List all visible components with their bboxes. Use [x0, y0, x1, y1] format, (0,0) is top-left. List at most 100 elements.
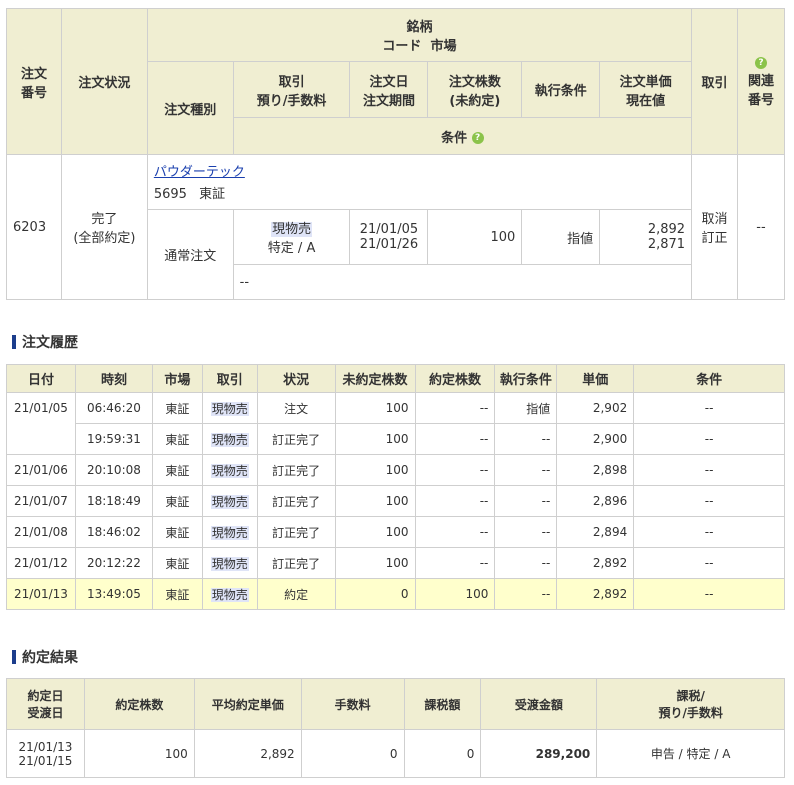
row-unfilled: 100 [334, 392, 416, 424]
stock-code: 5695 [153, 187, 187, 202]
table-row: 21/01/05 06:46:20 東証 現物売 注文 100 -- 指値 2,… [6, 392, 785, 455]
torihiki-value: 現物売 [271, 222, 313, 237]
result-shares: 100 [83, 729, 195, 778]
stock-name-link[interactable]: パウダーテック [154, 165, 245, 180]
header-torihiki: 取引 [691, 8, 738, 155]
header-status: 注文状況 [60, 8, 148, 155]
row-market: 東証 [151, 485, 203, 517]
result-section-title: 約定結果 [12, 647, 78, 667]
header-related-label: 関連 番号 [747, 74, 774, 108]
table-row-filled: 21/01/13 13:49:05 東証 現物売 約定 0 100 -- 2,8… [6, 578, 785, 610]
col-cond: 条件 [633, 364, 785, 393]
header-meigara: 銘柄 コード 市場 [146, 8, 693, 62]
order-date-cell: 21/01/05 21/01/26 [349, 209, 429, 265]
col-time: 時刻 [74, 364, 153, 393]
row-date: 21/01/06 [6, 454, 76, 486]
row-date: 21/01/12 [6, 547, 76, 579]
exec-date-cell: 21/01/13 21/01/15 [6, 729, 85, 778]
col-torihiki: 取引 [201, 364, 258, 393]
row-exec: 指値 [494, 392, 558, 424]
torihiki-cell: 現物売 特定 / A [232, 209, 351, 265]
order-status: 完了 (全部約定) [60, 154, 148, 300]
header-order-no: 注文 番号 [6, 8, 62, 155]
row-cond: -- [633, 516, 785, 548]
action-cell: 取消 訂正 [691, 154, 738, 300]
order-detail-table: 注文 番号 注文状況 銘柄 コード 市場 取引 ? 関連 番号 注文種別 取引 … [6, 8, 786, 300]
header-exec-cond: 執行条件 [521, 61, 601, 118]
row-time: 20:10:08 [74, 454, 153, 486]
row-cond: -- [633, 578, 785, 610]
row-unfilled: 100 [334, 516, 416, 548]
row-filled: -- [414, 423, 496, 455]
help-icon[interactable]: ? [471, 132, 484, 144]
row-price: 2,898 [556, 454, 635, 486]
col-status: 状況 [256, 364, 336, 393]
order-exec-cond: 指値 [521, 209, 601, 265]
order-type: 通常注文 [146, 209, 234, 300]
col-fee: 手数料 [300, 678, 405, 730]
cancel-link[interactable]: 取消 [692, 208, 737, 227]
result-fee: 0 [300, 729, 405, 778]
header-order-date: 注文日 注文期間 [349, 61, 429, 118]
col-price: 単価 [556, 364, 635, 393]
section-marker [12, 650, 16, 664]
order-date: 21/01/05 [359, 222, 419, 237]
row-market: 東証 [151, 578, 203, 610]
col-avg-price: 平均約定単価 [193, 678, 302, 730]
col-shares: 約定株数 [83, 678, 195, 730]
row-cond: -- [633, 547, 785, 579]
row-market: 東証 [151, 516, 203, 548]
row-unfilled: 100 [334, 547, 416, 579]
row-filled: -- [414, 547, 496, 579]
row-cond: -- [633, 485, 785, 517]
row-cond: -- [633, 423, 785, 455]
col-date: 日付 [6, 364, 76, 393]
header-conditions: 条件 ? [232, 117, 693, 155]
row-status: 約定 [256, 578, 336, 610]
header-code-market: コード 市場 [382, 39, 457, 54]
row-price: 2,900 [556, 423, 635, 455]
row-unfilled: 0 [334, 578, 416, 610]
result-table: 約定日 受渡日 約定株数 平均約定単価 手数料 課税額 受渡金額 課税/ 預り/… [6, 678, 785, 778]
row-torihiki: 現物売 [201, 516, 258, 548]
order-no: 6203 [6, 154, 62, 300]
row-price: 2,892 [556, 578, 635, 610]
account-value: 特定 / A [267, 241, 316, 256]
row-status: 訂正完了 [256, 423, 336, 455]
correct-link[interactable]: 訂正 [692, 227, 737, 246]
table-row: 21/01/12 20:12:22 東証 現物売 訂正完了 100 -- -- … [6, 547, 785, 579]
history-section-title: 注文履歴 [12, 332, 78, 352]
row-torihiki: 現物売 [201, 423, 258, 455]
row-time: 18:46:02 [74, 516, 153, 548]
row-filled: -- [414, 516, 496, 548]
unit-price: 2,892 [647, 222, 686, 237]
result-amount: 289,200 [480, 729, 598, 778]
table-row: 19:59:31 東証 現物売 訂正完了 100 -- -- 2,900 -- [7, 423, 785, 455]
row-exec: -- [494, 516, 558, 548]
help-icon[interactable]: ? [754, 56, 767, 69]
row-time: 19:59:31 [74, 423, 153, 455]
row-time: 20:12:22 [74, 547, 153, 579]
header-related: ? 関連 番号 [736, 8, 786, 155]
torihiki-value: 現物売 [210, 556, 249, 571]
row-status: 訂正完了 [256, 485, 336, 517]
col-amount: 受渡金額 [480, 678, 598, 730]
torihiki-value: 現物売 [210, 494, 249, 509]
row-exec: -- [494, 423, 558, 455]
row-torihiki: 現物売 [201, 485, 258, 517]
col-filled: 約定株数 [414, 364, 496, 393]
torihiki-value: 現物売 [210, 525, 249, 540]
row-torihiki: 現物売 [201, 454, 258, 486]
col-account: 課税/ 預り/手数料 [596, 678, 785, 730]
result-title: 約定結果 [22, 650, 78, 666]
row-price: 2,896 [556, 485, 635, 517]
header-conditions-label: 条件 [441, 130, 468, 146]
row-status: 訂正完了 [256, 547, 336, 579]
row-filled: -- [414, 454, 496, 486]
header-shares: 注文株数 (未約定) [427, 61, 523, 118]
table-row: 21/01/07 18:18:49 東証 現物売 訂正完了 100 -- -- … [6, 485, 785, 517]
row-filled: -- [414, 392, 496, 424]
row-time: 06:46:20 [74, 392, 153, 424]
row-torihiki: 現物売 [201, 547, 258, 579]
torihiki-value: 現物売 [210, 587, 249, 602]
